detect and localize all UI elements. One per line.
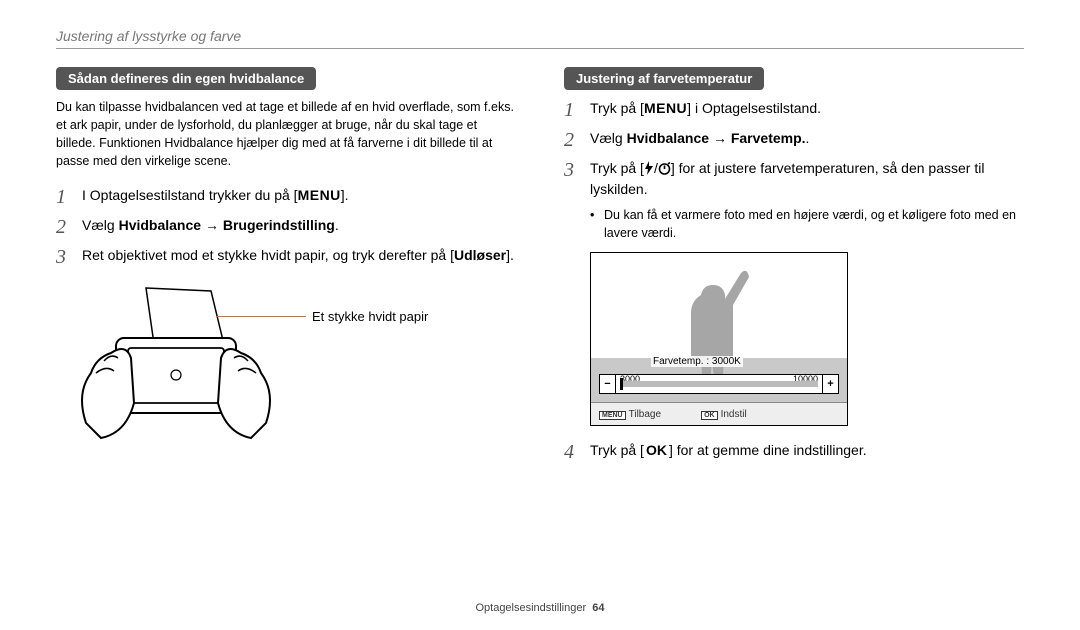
page-header: Justering af lysstyrke og farve [56, 28, 1024, 44]
menu-button-label: MENU [298, 185, 341, 206]
content-columns: Sådan defineres din egen hvidbalance Du … [56, 67, 1024, 470]
callout-label: Et stykke hvidt papir [312, 309, 428, 324]
step-number: 1 [56, 185, 82, 209]
callout-leader-line [216, 316, 306, 317]
right-step-2: 2 Vælg Hvidbalance → Farvetemp.. [564, 128, 1024, 152]
step-text: Tryk på [/] for at justere farvetemperat… [590, 158, 1024, 200]
header-rule [56, 48, 1024, 49]
camera-screen-image-area: Farvetemp. : 3000K − 3000 10000 + [591, 253, 847, 403]
step-number: 4 [564, 440, 590, 464]
step-number: 2 [564, 128, 590, 152]
left-step-2: 2 Vælg Hvidbalance → Brugerindstilling. [56, 215, 516, 239]
back-hint: MENUTilbage [599, 409, 661, 420]
left-heading-pill: Sådan defineres din egen hvidbalance [56, 67, 316, 90]
page-number: 64 [592, 602, 604, 614]
slider-handle [620, 378, 623, 390]
left-column: Sådan defineres din egen hvidbalance Du … [56, 67, 516, 470]
slider-bar [620, 381, 818, 387]
right-steps-cont: 4 Tryk på [OK] for at gemme dine indstil… [564, 440, 1024, 464]
hands-holding-camera-icon [56, 283, 296, 453]
right-step-3: 3 Tryk på [/] for at justere farvetemper… [564, 158, 1024, 200]
step-number: 1 [564, 98, 590, 122]
page-footer: Optagelsesindstillinger 64 [0, 602, 1080, 614]
step-text: Tryk på [MENU] i Optagelsestilstand. [590, 98, 1024, 119]
left-intro: Du kan tilpasse hvidbalancen ved at tage… [56, 98, 516, 171]
right-column: Justering af farvetemperatur 1 Tryk på [… [564, 67, 1024, 470]
menu-tag: MENU [599, 411, 626, 420]
slider-plus: + [822, 375, 838, 393]
right-steps: 1 Tryk på [MENU] i Optagelsestilstand. 2… [564, 98, 1024, 200]
slider-track: 3000 10000 [616, 375, 822, 393]
left-steps: 1 I Optagelsestilstand trykker du på [ME… [56, 185, 516, 269]
footer-section: Optagelsesindstillinger [475, 602, 586, 614]
colortemp-readout: Farvetemp. : 3000K [651, 356, 743, 367]
step-number: 3 [564, 158, 590, 182]
colortemp-slider: − 3000 10000 + [599, 374, 839, 394]
slider-minus: − [600, 375, 616, 393]
left-step-1: 1 I Optagelsestilstand trykker du på [ME… [56, 185, 516, 209]
ok-button-label: OK [644, 440, 669, 461]
right-step-3-bullet: • Du kan få et varmere foto med en højer… [590, 206, 1024, 242]
menu-button-label: MENU [644, 98, 687, 119]
step-text: Tryk på [OK] for at gemme dine indstilli… [590, 440, 1024, 461]
left-step-3: 3 Ret objektivet mod et stykke hvidt pap… [56, 245, 516, 269]
set-hint: OKIndstil [701, 409, 747, 420]
right-step-1: 1 Tryk på [MENU] i Optagelsestilstand. [564, 98, 1024, 122]
step-text: I Optagelsestilstand trykker du på [MENU… [82, 185, 516, 206]
bullet-dot: • [590, 206, 604, 242]
step-text: Vælg Hvidbalance → Farvetemp.. [590, 128, 1024, 149]
step-number: 2 [56, 215, 82, 239]
step-text: Vælg Hvidbalance → Brugerindstilling. [82, 215, 516, 236]
step-text: Ret objektivet mod et stykke hvidt papir… [82, 245, 516, 266]
right-step-4: 4 Tryk på [OK] for at gemme dine indstil… [564, 440, 1024, 464]
camera-screen-preview: Farvetemp. : 3000K − 3000 10000 + MENUTi… [590, 252, 848, 426]
step-number: 3 [56, 245, 82, 269]
camera-screen-footer: MENUTilbage OKIndstil [591, 403, 847, 425]
timer-icon [658, 158, 671, 179]
right-heading-pill: Justering af farvetemperatur [564, 67, 764, 90]
flash-icon [644, 158, 654, 179]
ok-tag: OK [701, 411, 718, 420]
illustration-hands-camera: Et stykke hvidt papir [56, 283, 516, 463]
